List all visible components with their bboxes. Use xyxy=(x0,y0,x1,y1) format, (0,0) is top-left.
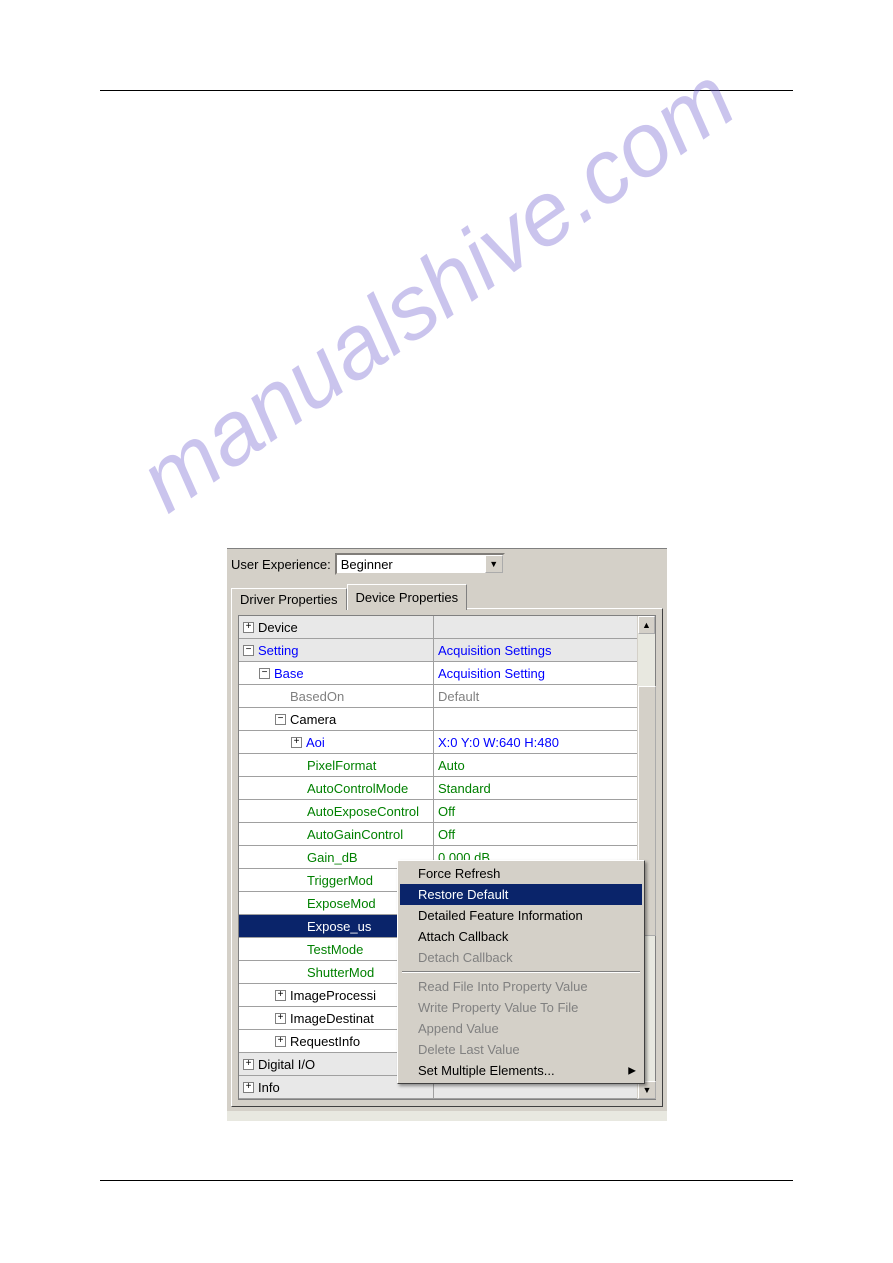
page-rule-top xyxy=(100,90,793,91)
menu-append-value: Append Value xyxy=(400,1018,642,1039)
label-autogaincontrol: AutoGainControl xyxy=(307,827,403,842)
row-autogaincontrol[interactable]: AutoGainControl Off xyxy=(239,823,637,846)
value-autocontrolmode: Standard xyxy=(438,781,491,796)
watermark-text: manualshive.com xyxy=(121,47,754,533)
menu-read-file: Read File Into Property Value xyxy=(400,976,642,997)
menu-force-refresh[interactable]: Force Refresh xyxy=(400,863,642,884)
row-pixelformat[interactable]: PixelFormat Auto xyxy=(239,754,637,777)
panel-footer-fill xyxy=(227,1111,667,1121)
plus-icon[interactable]: + xyxy=(291,737,302,748)
label-device: Device xyxy=(258,620,298,635)
tab-device-properties[interactable]: Device Properties xyxy=(347,584,468,610)
label-autoexposecontrol: AutoExposeControl xyxy=(307,804,419,819)
label-gain-db: Gain_dB xyxy=(307,850,358,865)
context-menu: Force Refresh Restore Default Detailed F… xyxy=(397,860,645,1084)
label-info: Info xyxy=(258,1080,280,1095)
label-testmode: TestMode xyxy=(307,942,363,957)
chevron-down-icon[interactable]: ▼ xyxy=(485,555,503,573)
row-autocontrolmode[interactable]: AutoControlMode Standard xyxy=(239,777,637,800)
menu-separator xyxy=(402,971,640,973)
tab-driver-properties[interactable]: Driver Properties xyxy=(231,588,347,610)
menu-detailed-info[interactable]: Detailed Feature Information xyxy=(400,905,642,926)
label-basedon: BasedOn xyxy=(290,689,344,704)
value-autoexposecontrol: Off xyxy=(438,804,455,819)
minus-icon[interactable]: − xyxy=(259,668,270,679)
value-base: Acquisition Setting xyxy=(438,666,545,681)
user-experience-value: Beginner xyxy=(337,557,485,572)
minus-icon[interactable]: − xyxy=(243,645,254,656)
chevron-right-icon: ▶ xyxy=(628,1065,636,1076)
menu-set-multiple[interactable]: Set Multiple Elements... ▶ xyxy=(400,1060,642,1081)
menu-write-file: Write Property Value To File xyxy=(400,997,642,1018)
menu-delete-last: Delete Last Value xyxy=(400,1039,642,1060)
label-setting: Setting xyxy=(258,643,298,658)
value-autogaincontrol: Off xyxy=(438,827,455,842)
label-base: Base xyxy=(274,666,304,681)
menu-restore-default[interactable]: Restore Default xyxy=(400,884,642,905)
scroll-up-icon[interactable]: ▲ xyxy=(638,616,655,634)
label-autocontrolmode: AutoControlMode xyxy=(307,781,408,796)
tabs-row: Driver Properties Device Properties xyxy=(227,583,667,609)
plus-icon[interactable]: + xyxy=(243,1082,254,1093)
value-basedon: Default xyxy=(438,689,479,704)
user-experience-select[interactable]: Beginner ▼ xyxy=(335,553,505,575)
user-experience-row: User Experience: Beginner ▼ xyxy=(227,549,667,583)
label-digital-io: Digital I/O xyxy=(258,1057,315,1072)
value-setting: Acquisition Settings xyxy=(438,643,551,658)
menu-attach-callback[interactable]: Attach Callback xyxy=(400,926,642,947)
plus-icon[interactable]: + xyxy=(275,990,286,1001)
row-aoi[interactable]: + Aoi X:0 Y:0 W:640 H:480 xyxy=(239,731,637,754)
row-camera[interactable]: −Camera xyxy=(239,708,637,731)
row-basedon[interactable]: BasedOn Default xyxy=(239,685,637,708)
row-base[interactable]: −Base Acquisition Setting xyxy=(239,662,637,685)
minus-icon[interactable]: − xyxy=(275,714,286,725)
plus-icon[interactable]: + xyxy=(243,622,254,633)
label-requestinfo: RequestInfo xyxy=(290,1034,360,1049)
label-imageprocessing: ImageProcessi xyxy=(290,988,376,1003)
label-expose-us: Expose_us xyxy=(307,919,371,934)
user-experience-label: User Experience: xyxy=(231,557,331,572)
label-camera: Camera xyxy=(290,712,336,727)
label-aoi: Aoi xyxy=(306,735,325,750)
page-rule-bottom xyxy=(100,1180,793,1181)
row-device[interactable]: + Device xyxy=(239,616,637,639)
label-exposemode: ExposeMod xyxy=(307,896,376,911)
plus-icon[interactable]: + xyxy=(275,1036,286,1047)
value-pixelformat: Auto xyxy=(438,758,465,773)
menu-set-multiple-label: Set Multiple Elements... xyxy=(418,1063,555,1078)
label-pixelformat: PixelFormat xyxy=(307,758,376,773)
menu-detach-callback: Detach Callback xyxy=(400,947,642,968)
plus-icon[interactable]: + xyxy=(275,1013,286,1024)
plus-icon[interactable]: + xyxy=(243,1059,254,1070)
label-shuttermode: ShutterMod xyxy=(307,965,374,980)
label-imagedestination: ImageDestinat xyxy=(290,1011,374,1026)
value-aoi: X:0 Y:0 W:640 H:480 xyxy=(438,735,559,750)
label-triggermode: TriggerMod xyxy=(307,873,373,888)
row-setting[interactable]: −Setting Acquisition Settings xyxy=(239,639,637,662)
row-autoexposecontrol[interactable]: AutoExposeControl Off xyxy=(239,800,637,823)
